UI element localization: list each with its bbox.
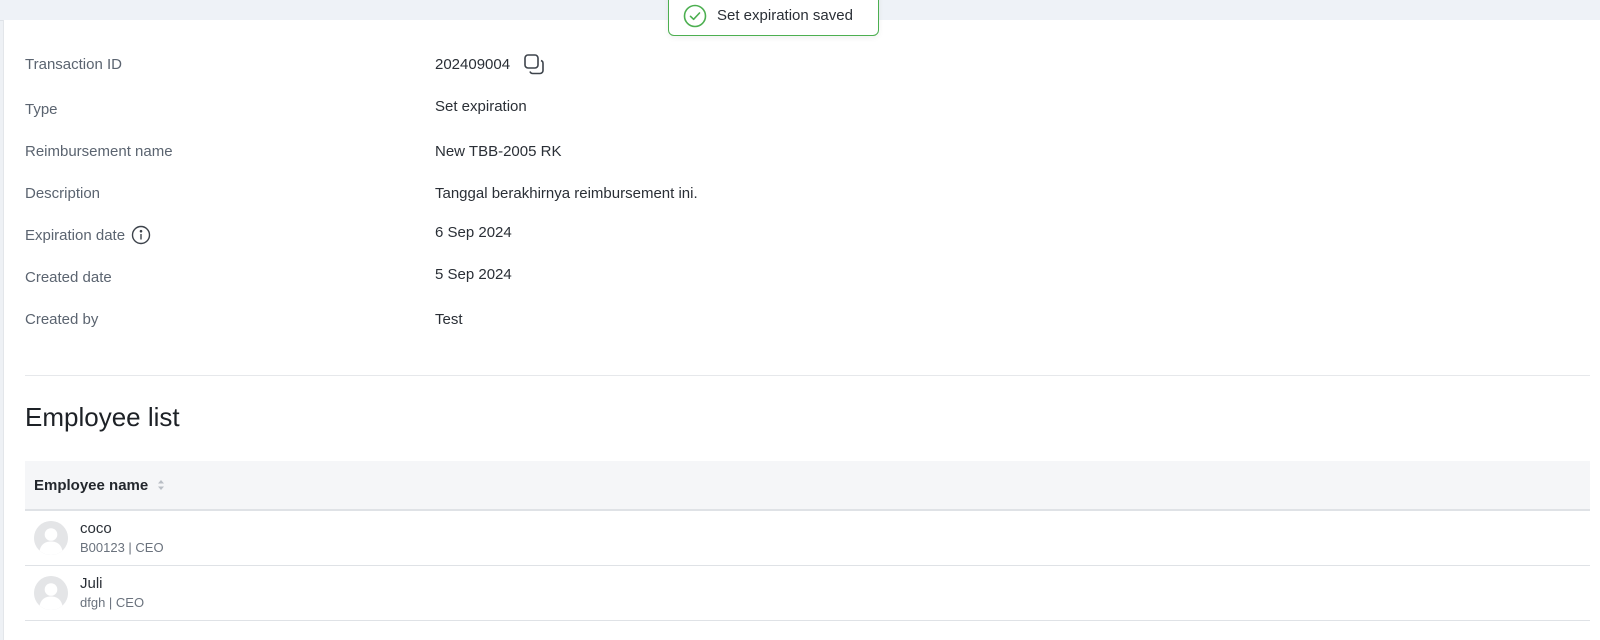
employee-id-position: dfgh | CEO <box>80 595 145 611</box>
toast-message: Set expiration saved <box>717 7 853 24</box>
employee-info: coco B00123 | CEO <box>80 520 164 556</box>
description-label: Description <box>25 184 101 202</box>
created-by-label: Created by <box>25 310 99 328</box>
description-value: Tanggal berakhirnya reimbursement ini. <box>435 184 698 202</box>
table-row[interactable]: Juli dfgh | CEO <box>25 566 1590 621</box>
detail-row-reimbursement-name: Reimbursement name New TBB-2005 RK <box>25 141 1585 161</box>
employee-table: Employee name coco B00123 | CEO Juli dfg… <box>25 461 1590 621</box>
column-header-label: Employee name <box>34 476 149 494</box>
info-icon[interactable] <box>131 225 151 245</box>
detail-row-expiration-date: Expiration date 6 Sep 2024 <box>25 224 1585 245</box>
transaction-id-label: Transaction ID <box>25 55 122 73</box>
created-by-value: Test <box>435 310 463 328</box>
table-row[interactable]: coco B00123 | CEO <box>25 511 1590 566</box>
expiration-date-label-group: Expiration date <box>25 225 151 245</box>
employee-id-position: B00123 | CEO <box>80 540 164 556</box>
employee-info: Juli dfgh | CEO <box>80 575 144 611</box>
avatar-placeholder-icon <box>34 521 68 555</box>
success-toast: Set expiration saved <box>668 0 879 36</box>
section-divider <box>25 375 1590 376</box>
detail-row-created-date: Created date 5 Sep 2024 <box>25 266 1585 287</box>
created-date-label: Created date <box>25 268 112 286</box>
employee-name: Juli <box>80 575 103 593</box>
detail-row-type: Type Set expiration <box>25 98 1585 119</box>
transaction-id-value-group: 202409004 <box>435 52 546 76</box>
transaction-id-value: 202409004 <box>435 55 511 73</box>
created-date-value: 5 Sep 2024 <box>435 266 512 283</box>
transaction-detail-card: Transaction ID 202409004 Type Set expira… <box>3 20 1600 640</box>
detail-row-description: Description Tanggal berakhirnya reimburs… <box>25 183 1585 203</box>
expiration-date-value: 6 Sep 2024 <box>435 224 512 241</box>
detail-row-transaction-id: Transaction ID 202409004 <box>25 52 1585 76</box>
employee-table-header: Employee name <box>25 461 1590 511</box>
column-header-employee-name[interactable]: Employee name <box>34 477 166 494</box>
type-label: Type <box>25 100 58 118</box>
type-value: Set expiration <box>435 98 527 115</box>
sort-icon[interactable] <box>156 478 166 492</box>
reimbursement-name-label: Reimbursement name <box>25 142 173 160</box>
reimbursement-name-value: New TBB-2005 RK <box>435 142 562 160</box>
employee-name: coco <box>80 520 112 538</box>
copy-icon[interactable] <box>522 52 546 76</box>
expiration-date-label: Expiration date <box>25 226 126 244</box>
avatar-placeholder-icon <box>34 576 68 610</box>
employee-list-title: Employee list <box>25 402 180 432</box>
check-circle-icon <box>683 4 707 28</box>
detail-row-created-by: Created by Test <box>25 309 1585 329</box>
